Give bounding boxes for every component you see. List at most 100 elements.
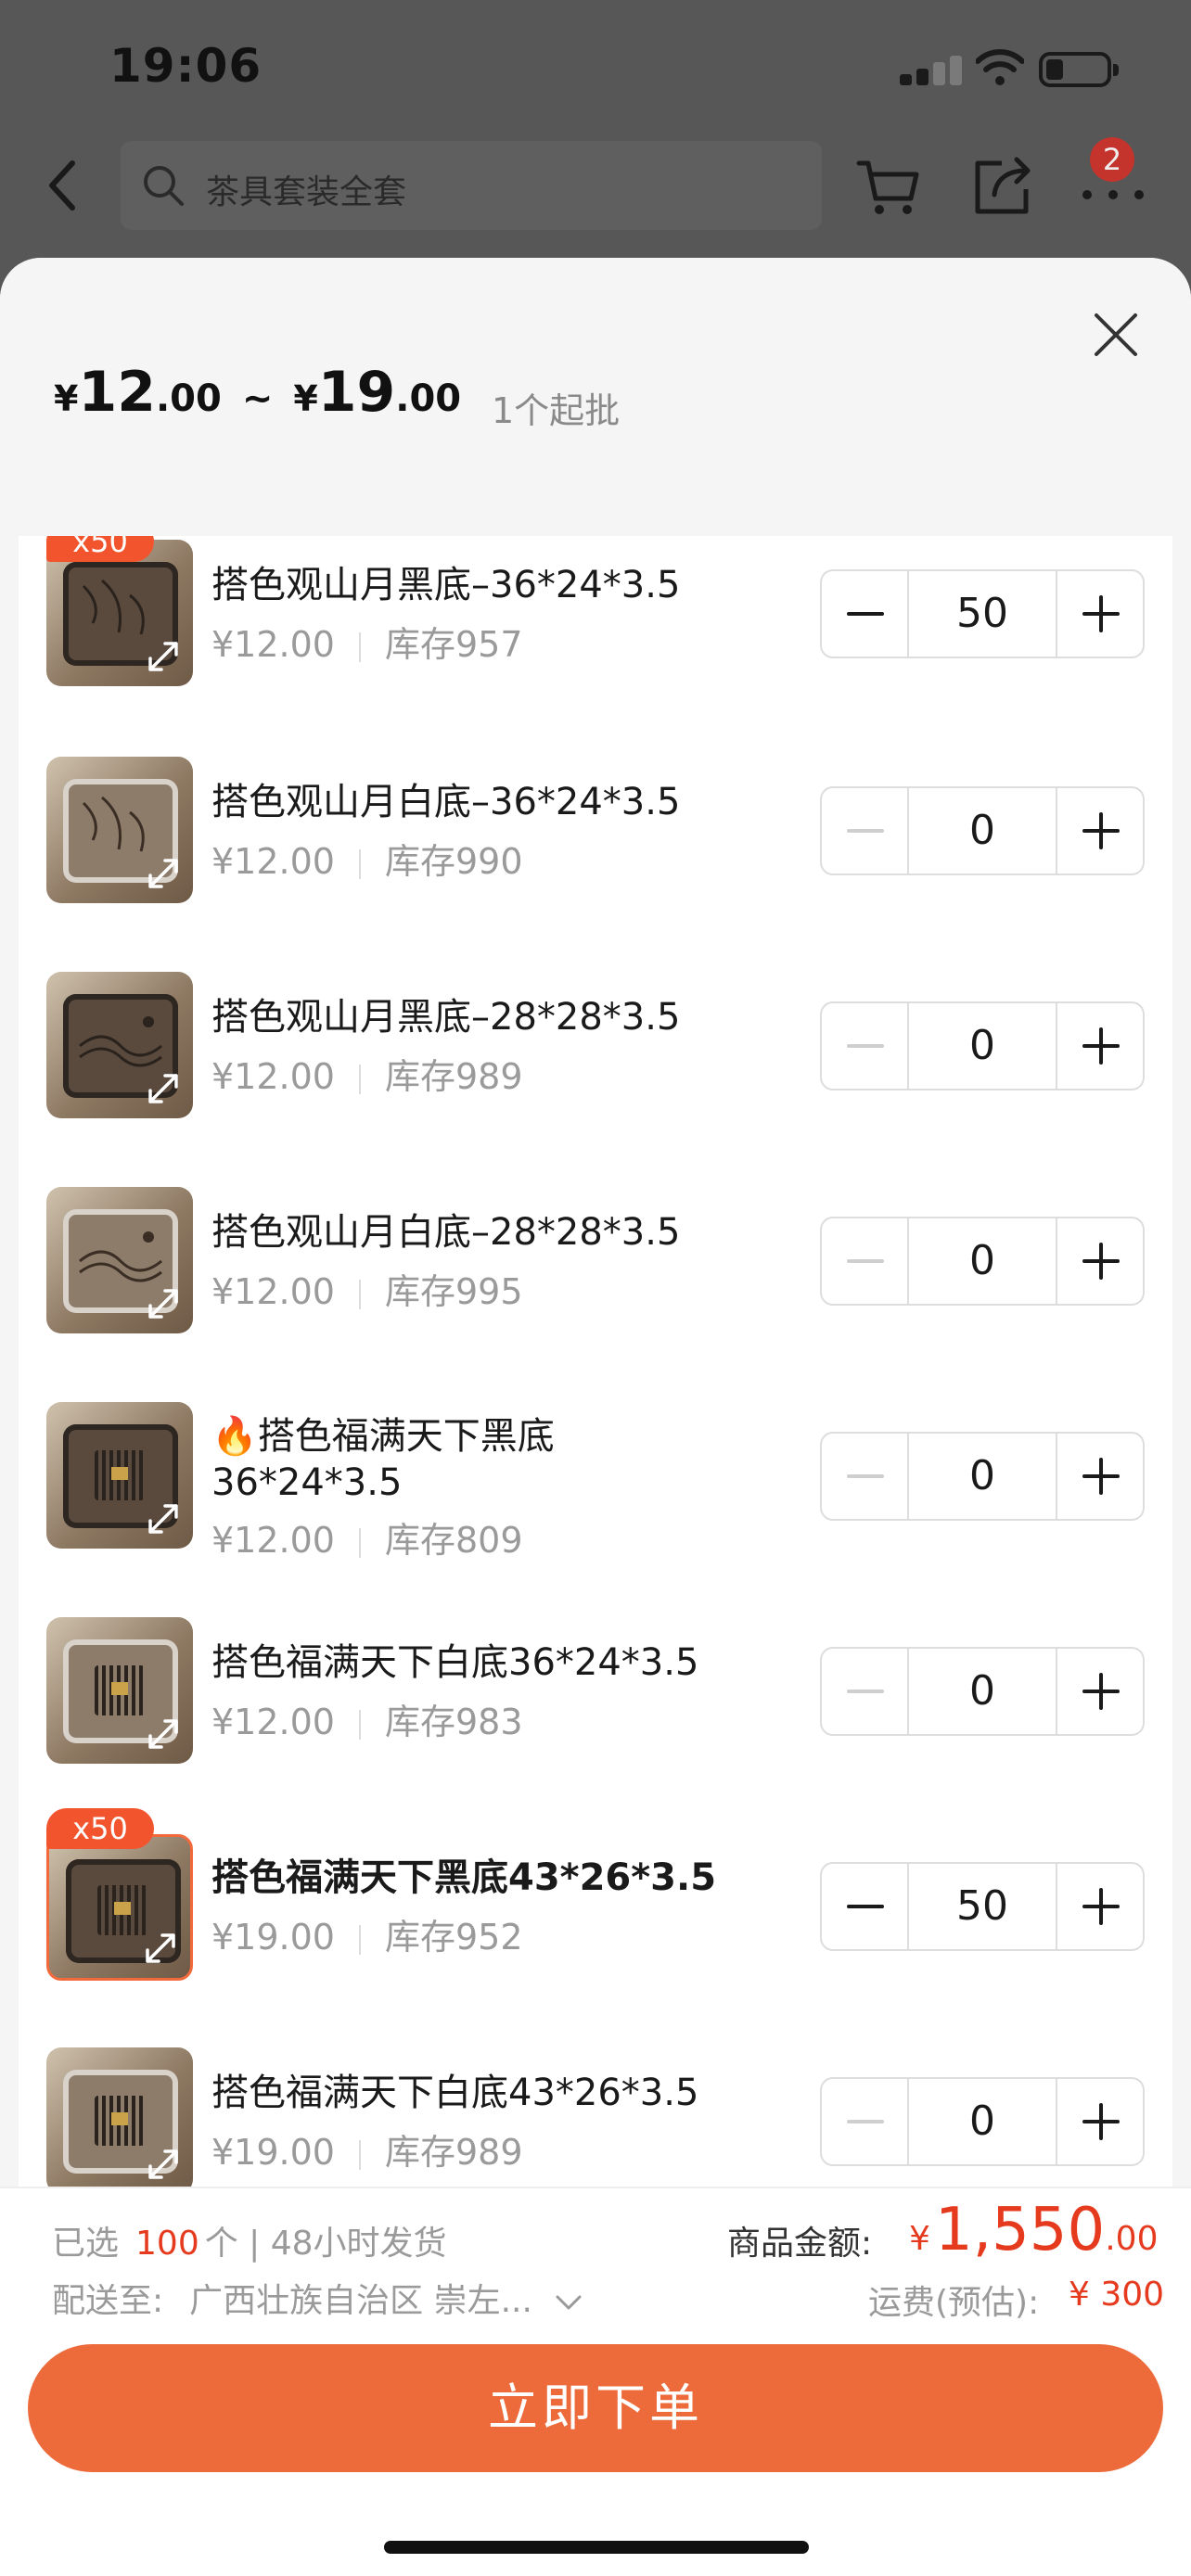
search-input[interactable]: 茶具套装全套 [121,141,822,230]
increase-button[interactable] [1056,1864,1143,1949]
sku-price: ¥12.00 [211,1056,335,1097]
price-max: 19 [317,360,396,425]
sku-meta: ¥12.00 库存995 [211,1263,523,1314]
back-arrow-icon[interactable] [41,158,87,213]
sku-name: 搭色福满天下白底43*26*3.5 [211,2072,699,2114]
sku-selection-sheet: ¥12.00 ~ ¥19.00 1个起批 x50 搭色观山月黑底–36*24*3.5… [0,258,1191,2576]
sku-thumbnail[interactable] [46,1834,193,1981]
sku-meta: ¥12.00 库存983 [211,1693,523,1744]
place-order-button[interactable]: 立即下单 [28,2344,1163,2472]
sku-name: 搭色观山月白底–36*24*3.5 [211,781,681,823]
quantity-value[interactable]: 0 [909,2079,1056,2164]
sku-price: ¥19.00 [211,2132,335,2173]
top-navigation-bar: 茶具套装全套 [0,130,1191,241]
price-min-decimal: .00 [155,377,222,420]
sku-meta: ¥19.00 库存989 [211,2123,523,2174]
price-max-decimal: .00 [395,377,462,420]
price-separator: ~ [241,377,274,420]
expand-icon[interactable] [145,1500,182,1537]
amount-integer: 1,550 [935,2196,1106,2264]
sku-stock: 库存995 [384,1271,523,1312]
expand-icon[interactable] [145,1715,182,1753]
increase-button[interactable] [1056,788,1143,874]
quantity-stepper: 0 [820,1217,1145,1306]
sku-price: ¥12.00 [211,1520,335,1561]
quantity-value[interactable]: 0 [909,1434,1056,1519]
decrease-button[interactable] [822,1218,909,1304]
sku-thumbnail[interactable] [46,2047,193,2187]
sku-stock: 库存957 [384,624,523,665]
shipping-address[interactable]: 配送至: 广西壮族自治区 崇左... [52,2274,583,2322]
share-icon[interactable] [968,150,1039,221]
sku-price: ¥12.00 [211,1271,335,1312]
quantity-stepper: 0 [820,1001,1145,1090]
minimum-order-note: 1个起批 [492,390,621,431]
sku-meta: ¥12.00 库存990 [211,833,523,884]
decrease-button[interactable] [822,2079,909,2164]
sku-thumbnail[interactable] [46,1617,193,1764]
status-time: 19:06 [109,39,263,93]
sheet-header: ¥12.00 ~ ¥19.00 1个起批 [0,258,1191,536]
quantity-value[interactable]: 0 [909,788,1056,874]
amount-label: 商品金额: [727,2225,873,2263]
quantity-stepper: 0 [820,2077,1145,2166]
chevron-down-icon [556,2295,582,2310]
sku-row: 搭色观山月白底–36*24*3.5 ¥12.00 库存990 0 [19,747,1172,963]
fire-icon: 🔥 [211,1415,258,1458]
quantity-value[interactable]: 0 [909,1649,1056,1734]
total-amount: ¥ 1,550.00 [909,2196,1158,2264]
sku-name: 搭色观山月黑底–28*28*3.5 [211,996,681,1039]
expand-icon[interactable] [145,2146,182,2183]
close-icon[interactable] [1085,304,1146,365]
sku-thumbnail[interactable] [46,972,193,1118]
increase-button[interactable] [1056,571,1143,657]
decrease-button[interactable] [822,788,909,874]
sku-list[interactable]: x50 搭色观山月黑底–36*24*3.5 ¥12.00 库存957 50 搭色观… [19,536,1172,2187]
quantity-value[interactable]: 50 [909,571,1056,657]
sku-thumbnail[interactable] [46,757,193,903]
sku-thumbnail[interactable] [46,1402,193,1549]
selected-label: 已选 [52,2225,120,2263]
expand-icon[interactable] [145,855,182,892]
sku-price: ¥12.00 [211,841,335,882]
currency-symbol: ¥ [293,378,318,419]
decrease-button[interactable] [822,571,909,657]
decrease-button[interactable] [822,1434,909,1519]
selected-count: 100 [135,2225,199,2263]
quantity-stepper: 0 [820,786,1145,875]
ship-label: 配送至: [52,2282,164,2320]
increase-button[interactable] [1056,1003,1143,1089]
increase-button[interactable] [1056,2079,1143,2164]
decrease-button[interactable] [822,1864,909,1949]
quantity-value[interactable]: 0 [909,1218,1056,1304]
sku-meta: ¥12.00 库存809 [211,1511,523,1562]
sku-row: x50 搭色福满天下黑底43*26*3.5 ¥19.00 库存952 50 [19,1808,1172,2038]
increase-button[interactable] [1056,1649,1143,1734]
selected-quantity-badge: x50 [46,1808,154,1849]
cart-icon[interactable] [853,150,924,221]
sku-thumbnail[interactable] [46,1187,193,1333]
quantity-value[interactable]: 0 [909,1003,1056,1089]
quantity-value[interactable]: 50 [909,1864,1056,1949]
sku-row: 搭色福满天下白底43*26*3.5 ¥19.00 库存989 0 [19,2038,1172,2187]
wifi-icon [976,49,1024,85]
quantity-stepper: 0 [820,1647,1145,1736]
decrease-button[interactable] [822,1649,909,1734]
price-min: 12 [78,360,156,425]
notification-badge: 2 [1090,137,1134,182]
selected-quantity-badge: x50 [46,536,154,562]
expand-icon[interactable] [142,1930,179,1967]
amount-currency: ¥ [909,2220,930,2258]
decrease-button[interactable] [822,1003,909,1089]
expand-icon[interactable] [145,1285,182,1322]
search-icon [144,166,184,206]
increase-button[interactable] [1056,1434,1143,1519]
freight-label: 运费(预估): [868,2284,1040,2322]
expand-icon[interactable] [145,1070,182,1107]
sku-name: 搭色福满天下黑底43*26*3.5 [211,1856,717,1899]
increase-button[interactable] [1056,1218,1143,1304]
sku-meta: ¥12.00 库存989 [211,1048,523,1099]
sku-name: 🔥搭色福满天下黑底36*24*3.5 [211,1413,601,1506]
expand-icon[interactable] [145,638,182,675]
sku-stock: 库存983 [384,1702,523,1742]
